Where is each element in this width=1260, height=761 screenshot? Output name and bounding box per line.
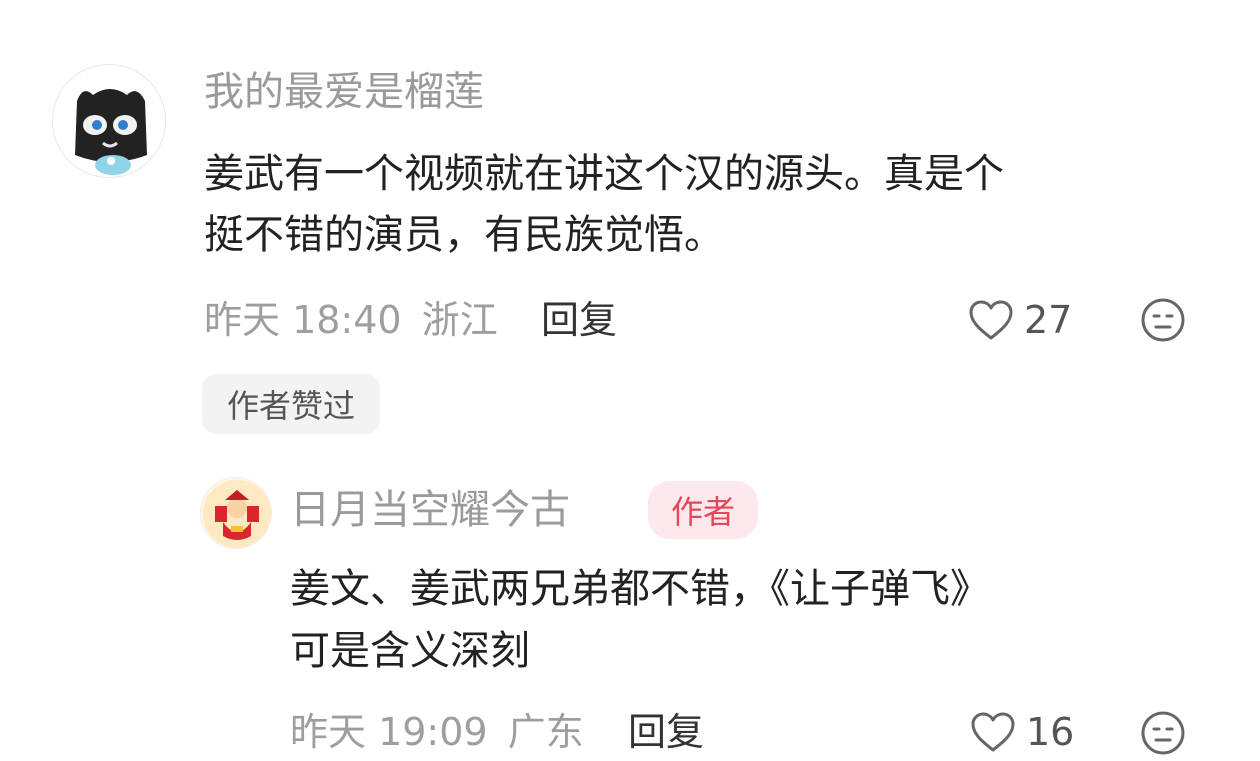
reply-username[interactable]: 日月当空耀今古	[290, 482, 570, 538]
comment-meta: 昨天 18:40 浙江	[204, 292, 498, 348]
comment-time: 昨天 18:40	[204, 298, 402, 342]
comment-avatar[interactable]	[52, 64, 166, 178]
comment-username[interactable]: 我的最爱是榴莲	[204, 64, 484, 120]
comment-text: 姜武有一个视频就在讲这个汉的源头。真是个 挺不错的演员，有民族觉悟。	[204, 144, 1204, 266]
heart-icon	[969, 300, 1013, 340]
reply-reply-button[interactable]: 回复	[628, 704, 704, 760]
neutral-face-icon	[1141, 298, 1185, 342]
comment-like-count: 27	[1024, 298, 1073, 342]
comment-location: 浙江	[421, 298, 498, 342]
author-badge: 作者	[648, 481, 758, 539]
author-liked-chip: 作者赞过	[202, 374, 380, 434]
reply-time: 昨天 19:09	[290, 710, 488, 754]
reply-meta: 昨天 19:09 广东	[290, 704, 584, 760]
reply-text: 姜文、姜武两兄弟都不错，《让子弹飞》 可是含义深刻	[290, 558, 1210, 682]
comment-reply-button[interactable]: 回复	[541, 292, 617, 348]
reply-text-line-1: 姜文、姜武两兄弟都不错，《让子弹飞》	[290, 566, 990, 612]
reply-avatar[interactable]	[200, 477, 272, 549]
masked-character-avatar-icon	[53, 65, 165, 177]
comment-like-button[interactable]: 27	[968, 296, 1072, 344]
reply-dislike-button[interactable]	[1140, 710, 1186, 756]
reply-text-line-2: 可是含义深刻	[290, 628, 530, 674]
heart-icon	[971, 712, 1015, 752]
reply-like-count: 16	[1026, 710, 1075, 754]
comment-dislike-button[interactable]	[1140, 297, 1186, 343]
neutral-face-icon	[1141, 711, 1185, 755]
god-of-wealth-avatar-icon	[201, 478, 271, 548]
comment-text-line-2: 挺不错的演员，有民族觉悟。	[204, 212, 724, 258]
comment-text-line-1: 姜武有一个视频就在讲这个汉的源头。真是个	[204, 151, 1004, 197]
reply-like-button[interactable]: 16	[970, 708, 1074, 756]
reply-location: 广东	[507, 710, 584, 754]
